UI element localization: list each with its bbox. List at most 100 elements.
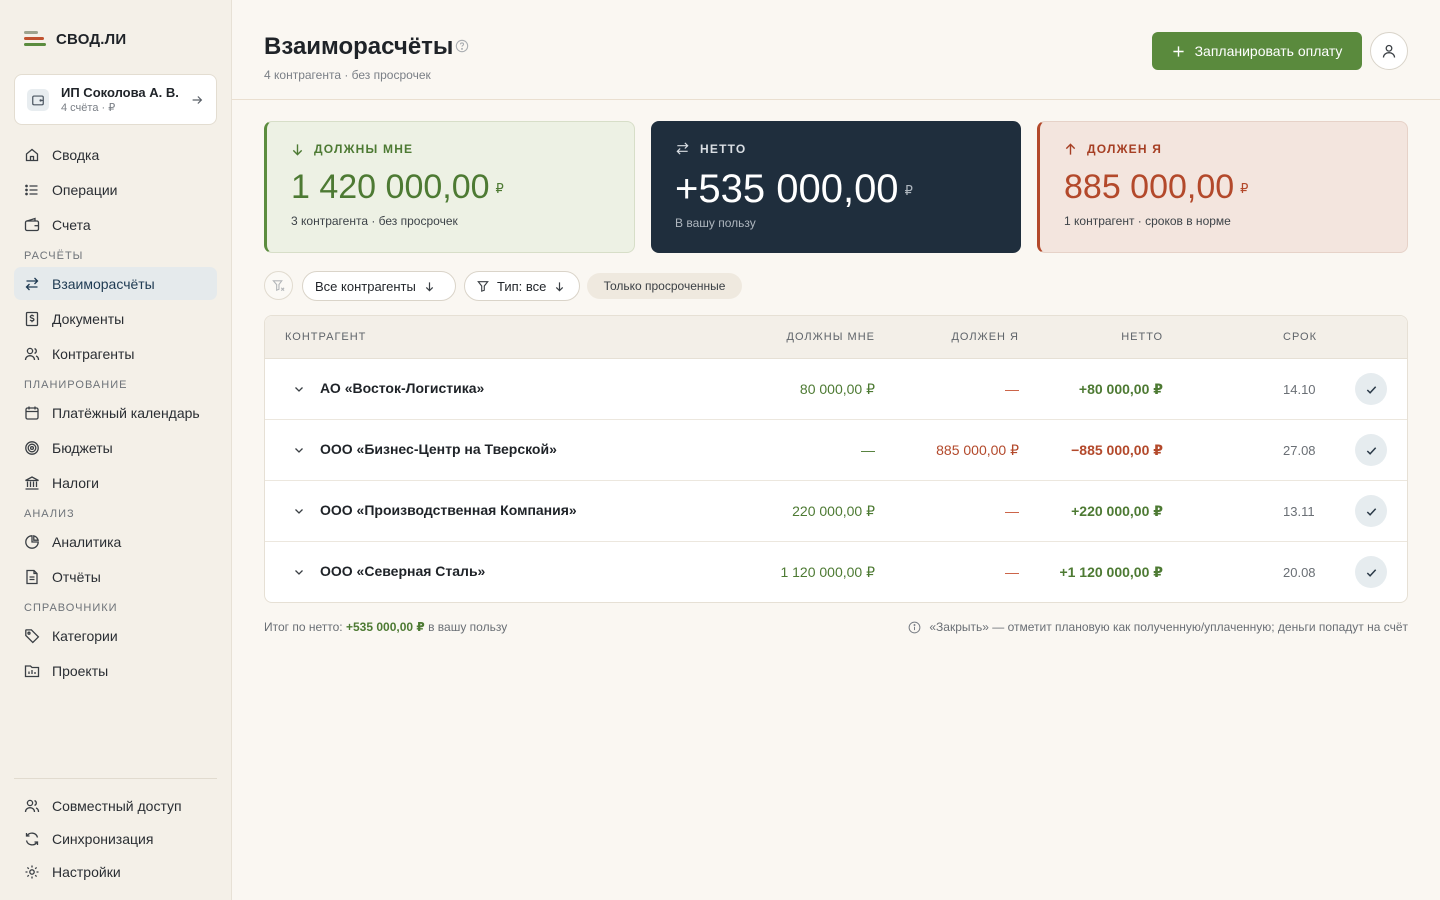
pie-chart-icon — [25, 534, 39, 549]
brand-name: СВОД.ЛИ — [56, 30, 127, 48]
sidebar-item-label: Счета — [52, 216, 91, 233]
calendar-icon — [25, 406, 39, 420]
sidebar-item-counterparties[interactable]: Контрагенты — [14, 337, 217, 370]
close-settlement-button[interactable] — [1355, 495, 1387, 527]
table-row[interactable]: ООО «Северная Сталь» 1 120 000,00 ₽ — +1… — [265, 542, 1407, 602]
sidebar-item-settings[interactable]: Настройки — [14, 856, 217, 887]
sidebar-item-sync[interactable]: Синхронизация — [14, 823, 217, 854]
sidebar-item-analytics[interactable]: Аналитика — [14, 525, 217, 558]
counterparty-name[interactable]: ООО «Бизнес-Центр на Тверской» — [320, 441, 557, 457]
info-icon — [908, 621, 921, 633]
owed-to-me-note: 3 контрагента · без просрочек — [291, 214, 458, 229]
net-total-prefix: Итог по нетто: — [264, 620, 343, 634]
list-icon — [25, 184, 38, 195]
user-icon — [1382, 44, 1396, 58]
sidebar-item-categories[interactable]: Категории — [14, 619, 217, 652]
sidebar-divider — [14, 778, 217, 779]
sidebar-item-label: Бюджеты — [52, 439, 113, 456]
filter-icon — [477, 281, 489, 292]
column-header-i-owe[interactable]: ДОЛЖЕН Я — [951, 331, 1019, 343]
sync-icon — [25, 831, 39, 846]
due-date-cell: 20.08 — [1283, 565, 1316, 580]
account-switcher[interactable]: ИП Соколова А. В. 4 счёта · ₽ — [14, 74, 217, 125]
net-label: НЕТТО — [700, 141, 747, 156]
currency-symbol: ₽ — [1240, 181, 1249, 197]
sidebar-item-operations[interactable]: Операции — [14, 173, 217, 206]
sidebar-item-label: Платёжный календарь — [52, 404, 200, 421]
arrow-down-icon — [425, 281, 433, 291]
i-owe-amount: 885 000,00 ₽ — [1064, 168, 1383, 208]
document-icon — [25, 311, 39, 326]
sidebar-item-label: Совместный доступ — [52, 797, 182, 814]
logo-mark-icon — [24, 30, 46, 48]
column-header-due[interactable]: СРОК — [1283, 331, 1317, 343]
check-icon — [1366, 446, 1376, 455]
sidebar-item-settlements[interactable]: Взаиморасчёты — [14, 267, 217, 300]
check-icon — [1366, 385, 1376, 394]
settlements-table: КОНТРАГЕНТ ДОЛЖНЫ МНЕ ДОЛЖЕН Я НЕТТО СРО… — [264, 315, 1408, 603]
account-subtitle: 4 счёта · ₽ — [61, 101, 116, 114]
bank-icon — [25, 475, 39, 490]
close-settlement-button[interactable] — [1355, 434, 1387, 466]
column-header-owed-to-me[interactable]: ДОЛЖНЫ МНЕ — [787, 331, 875, 343]
sidebar-item-sharing[interactable]: Совместный доступ — [14, 790, 217, 821]
brand-logo[interactable]: СВОД.ЛИ — [24, 30, 126, 48]
sidebar-item-documents[interactable]: Документы — [14, 302, 217, 335]
table-row[interactable]: ООО «Бизнес-Центр на Тверской» — 885 000… — [265, 420, 1407, 481]
sidebar-item-label: Отчёты — [52, 568, 101, 585]
nav-section-planning: ПЛАНИРОВАНИЕ — [24, 379, 128, 391]
arrow-up-icon — [1065, 142, 1076, 155]
overdue-only-toggle[interactable]: Только просроченные — [587, 273, 742, 299]
sidebar-item-reports[interactable]: Отчёты — [14, 560, 217, 593]
chevron-down-icon[interactable] — [293, 383, 305, 395]
clear-filters-button[interactable] — [264, 271, 293, 300]
page-subtitle: 4 контрагента · без просрочек — [264, 68, 431, 82]
page-title: Взаиморасчёты — [264, 33, 454, 60]
table-row[interactable]: АО «Восток-Логистика» 80 000,00 ₽ — +80 … — [265, 359, 1407, 420]
chevron-down-icon[interactable] — [293, 566, 305, 578]
bottom-navigation: Совместный доступ Синхронизация Настройк… — [14, 790, 217, 889]
currency-symbol: ₽ — [904, 183, 913, 199]
counterparties-filter[interactable]: Все контрагенты — [302, 271, 456, 301]
sidebar-item-budgets[interactable]: Бюджеты — [14, 431, 217, 464]
arrow-right-icon — [192, 95, 203, 104]
wallet-icon — [24, 217, 40, 231]
arrow-down-icon — [556, 281, 564, 291]
sidebar-item-accounts[interactable]: Счета — [14, 208, 217, 241]
counterparty-name[interactable]: ООО «Производственная Компания» — [320, 502, 577, 518]
column-header-counterparty[interactable]: КОНТРАГЕНТ — [285, 331, 366, 343]
plan-payment-button[interactable]: Запланировать оплату — [1152, 32, 1362, 70]
net-value: +535 000,00 — [675, 167, 899, 211]
net-total-value: +535 000,00 ₽ — [346, 620, 425, 634]
user-profile-button[interactable] — [1370, 32, 1408, 70]
table-header: КОНТРАГЕНТ ДОЛЖНЫ МНЕ ДОЛЖЕН Я НЕТТО СРО… — [265, 316, 1407, 359]
sidebar-item-projects[interactable]: Проекты — [14, 654, 217, 687]
counterparty-name[interactable]: АО «Восток-Логистика» — [320, 380, 484, 396]
share-users-icon — [24, 799, 40, 812]
close-settlement-button[interactable] — [1355, 556, 1387, 588]
table-row[interactable]: ООО «Производственная Компания» 220 000,… — [265, 481, 1407, 542]
counterparty-name[interactable]: ООО «Северная Сталь» — [320, 563, 485, 579]
chevron-down-icon[interactable] — [293, 444, 305, 456]
net-cell: +220 000,00 ₽ — [1071, 503, 1163, 519]
close-hint: «Закрыть» — отметит плановую как получен… — [908, 620, 1408, 634]
check-icon — [1366, 568, 1376, 577]
sidebar-item-label: Документы — [52, 310, 125, 327]
sidebar-item-summary[interactable]: Сводка — [14, 138, 217, 171]
net-note: В вашу пользу — [675, 216, 756, 231]
sidebar-item-label: Контрагенты — [52, 345, 135, 362]
owed-to-me-amount: 1 420 000,00 ₽ — [291, 168, 610, 208]
net-cell: +80 000,00 ₽ — [1078, 381, 1163, 397]
help-icon[interactable] — [455, 39, 469, 53]
close-settlement-button[interactable] — [1355, 373, 1387, 405]
chevron-down-icon[interactable] — [293, 505, 305, 517]
sidebar-item-taxes[interactable]: Налоги — [14, 466, 217, 499]
folder-icon — [24, 664, 40, 677]
sidebar-item-label: Синхронизация — [52, 830, 154, 847]
type-filter[interactable]: Тип: все — [464, 271, 580, 301]
due-date-cell: 27.08 — [1283, 443, 1316, 458]
column-header-net[interactable]: НЕТТО — [1121, 331, 1163, 343]
net-cell: −885 000,00 ₽ — [1071, 442, 1163, 458]
owed-to-me-cell: 220 000,00 ₽ — [792, 503, 875, 519]
sidebar-item-payment-calendar[interactable]: Платёжный календарь — [14, 396, 217, 429]
